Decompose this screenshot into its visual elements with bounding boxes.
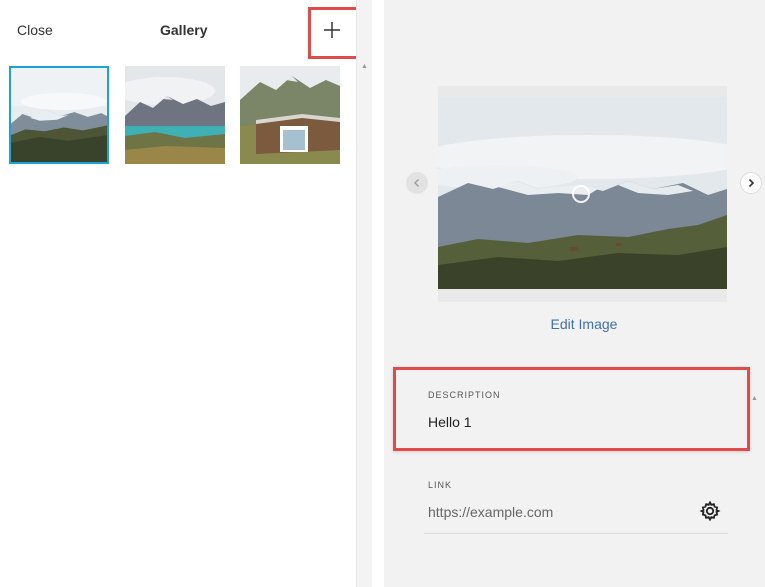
preview-image: [438, 97, 727, 289]
chevron-left-icon: [414, 179, 419, 187]
scroll-up-arrow-icon[interactable]: ▲: [361, 63, 368, 70]
close-button[interactable]: Close: [17, 22, 53, 38]
scroll-up-arrow-icon[interactable]: ▲: [751, 395, 758, 402]
mountain-lake-image: [125, 66, 225, 164]
description-field[interactable]: Hello 1: [428, 414, 472, 430]
mountain-cabin-image: [240, 66, 340, 164]
gallery-scrollbar[interactable]: ▲: [356, 0, 372, 587]
plus-icon: [324, 22, 340, 38]
panel-divider: [372, 0, 384, 587]
editor-scrollbar[interactable]: ▲: [744, 368, 765, 587]
description-label: DESCRIPTION: [428, 390, 501, 400]
image-editor-panel: Edit Image DESCRIPTION Hello 1 LINK http…: [384, 0, 765, 587]
image-fields: DESCRIPTION Hello 1 LINK https://example…: [408, 368, 744, 587]
page-title: Gallery: [160, 22, 208, 38]
edit-image-link[interactable]: Edit Image: [384, 316, 765, 332]
image-preview: [438, 86, 727, 302]
gallery-thumbnail-2[interactable]: [125, 66, 225, 164]
chevron-right-icon: [748, 178, 755, 188]
link-field-underline: [424, 533, 728, 534]
link-label: LINK: [428, 480, 453, 490]
mountain-meadow-image: [11, 68, 107, 162]
gear-icon[interactable]: [698, 499, 722, 523]
previous-image-button[interactable]: [406, 172, 428, 194]
next-image-button[interactable]: [740, 172, 762, 194]
gallery-thumbnail-3[interactable]: [240, 66, 340, 164]
gallery-thumbnail-1[interactable]: [9, 66, 109, 164]
focal-point-handle[interactable]: [572, 185, 590, 203]
link-field[interactable]: https://example.com: [428, 504, 553, 520]
gallery-panel: Close Gallery: [0, 0, 356, 587]
add-image-button[interactable]: [312, 10, 352, 50]
